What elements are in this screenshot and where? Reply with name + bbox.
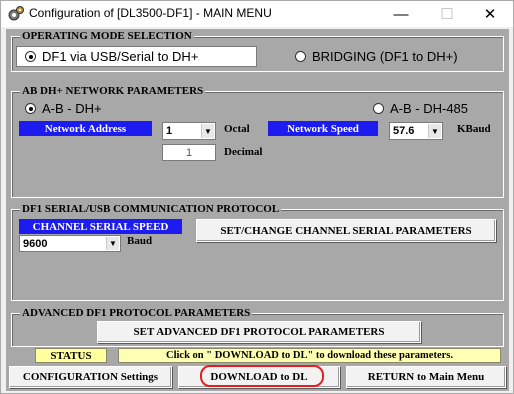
- octal-label: Octal: [224, 123, 250, 135]
- status-label: STATUS: [35, 348, 107, 363]
- network-address-label: Network Address: [19, 121, 152, 136]
- baud-label: Baud: [127, 235, 153, 247]
- network-speed-select[interactable]: 57.6 ▼: [389, 122, 443, 140]
- radio-button-icon: [295, 51, 306, 62]
- main-panel: OPERATING MODE SELECTION DF1 via USB/Ser…: [6, 29, 509, 391]
- radio-df1-usb-serial[interactable]: DF1 via USB/Serial to DH+: [25, 49, 198, 64]
- network-address-value: 1: [166, 125, 173, 137]
- radio-button-icon: [25, 103, 36, 114]
- network-address-select[interactable]: 1 ▼: [162, 122, 216, 140]
- gears-icon: [8, 6, 24, 21]
- decimal-address-field: 1: [162, 144, 216, 161]
- radio-button-icon: [25, 51, 36, 62]
- radio-bridging-label: BRIDGING (DF1 to DH+): [312, 49, 458, 64]
- network-speed-value: 57.6: [393, 125, 415, 137]
- advanced-parameters-group: ADVANCED DF1 PROTOCOL PARAMETERS SET ADV…: [11, 306, 504, 347]
- radio-ab-dhplus-label: A-B - DH+: [42, 101, 102, 116]
- chevron-down-icon[interactable]: ▼: [201, 124, 214, 138]
- configuration-settings-button[interactable]: CONFIGURATION Settings: [9, 366, 172, 388]
- return-to-main-menu-button[interactable]: RETURN to Main Menu: [346, 366, 506, 388]
- channel-serial-speed-label: CHANNEL SERIAL SPEED: [19, 219, 182, 234]
- window-title: Configuration of [DL3500-DF1] - MAIN MEN…: [29, 6, 272, 20]
- minimize-button[interactable]: —: [378, 1, 424, 27]
- radio-ab-dhplus[interactable]: A-B - DH+: [25, 101, 102, 116]
- radio-ab-dh485[interactable]: A-B - DH-485: [373, 101, 468, 116]
- operating-mode-title: OPERATING MODE SELECTION: [20, 29, 194, 43]
- status-message: Click on " DOWNLOAD to DL" to download t…: [118, 348, 501, 363]
- set-advanced-parameters-button[interactable]: SET ADVANCED DF1 PROTOCOL PARAMETERS: [97, 321, 421, 343]
- df1-protocol-group: DF1 SERIAL/USB COMMUNICATION PROTOCOL CH…: [11, 202, 504, 301]
- kbaud-label: KBaud: [457, 123, 491, 135]
- title-bar: Configuration of [DL3500-DF1] - MAIN MEN…: [1, 1, 513, 27]
- chevron-down-icon[interactable]: ▼: [428, 124, 441, 138]
- radio-ab-dh485-label: A-B - DH-485: [390, 101, 469, 116]
- close-button[interactable]: ✕: [467, 1, 513, 27]
- decimal-address-value: 1: [185, 146, 193, 159]
- channel-speed-select[interactable]: 9600 ▼: [19, 235, 121, 252]
- maximize-button[interactable]: ☐: [424, 1, 470, 27]
- channel-speed-value: 9600: [23, 237, 48, 250]
- configuration-window: Configuration of [DL3500-DF1] - MAIN MEN…: [0, 0, 514, 394]
- radio-button-icon: [373, 103, 384, 114]
- operating-mode-group: OPERATING MODE SELECTION DF1 via USB/Ser…: [11, 29, 504, 72]
- df1-protocol-title: DF1 SERIAL/USB COMMUNICATION PROTOCOL: [20, 202, 282, 216]
- radio-bridging[interactable]: BRIDGING (DF1 to DH+): [295, 49, 458, 64]
- decimal-label: Decimal: [224, 146, 263, 158]
- radio-df1-label: DF1 via USB/Serial to DH+: [42, 49, 199, 64]
- network-parameters-group: AB DH+ NETWORK PARAMETERS A-B - DH+ A-B …: [11, 84, 504, 198]
- chevron-down-icon[interactable]: ▼: [106, 237, 119, 250]
- advanced-parameters-title: ADVANCED DF1 PROTOCOL PARAMETERS: [20, 306, 253, 320]
- set-channel-serial-parameters-button[interactable]: SET/CHANGE CHANNEL SERIAL PARAMETERS: [196, 219, 496, 242]
- download-highlight-ring: [200, 365, 324, 387]
- network-speed-label: Network Speed: [268, 121, 378, 136]
- network-parameters-title: AB DH+ NETWORK PARAMETERS: [20, 84, 206, 98]
